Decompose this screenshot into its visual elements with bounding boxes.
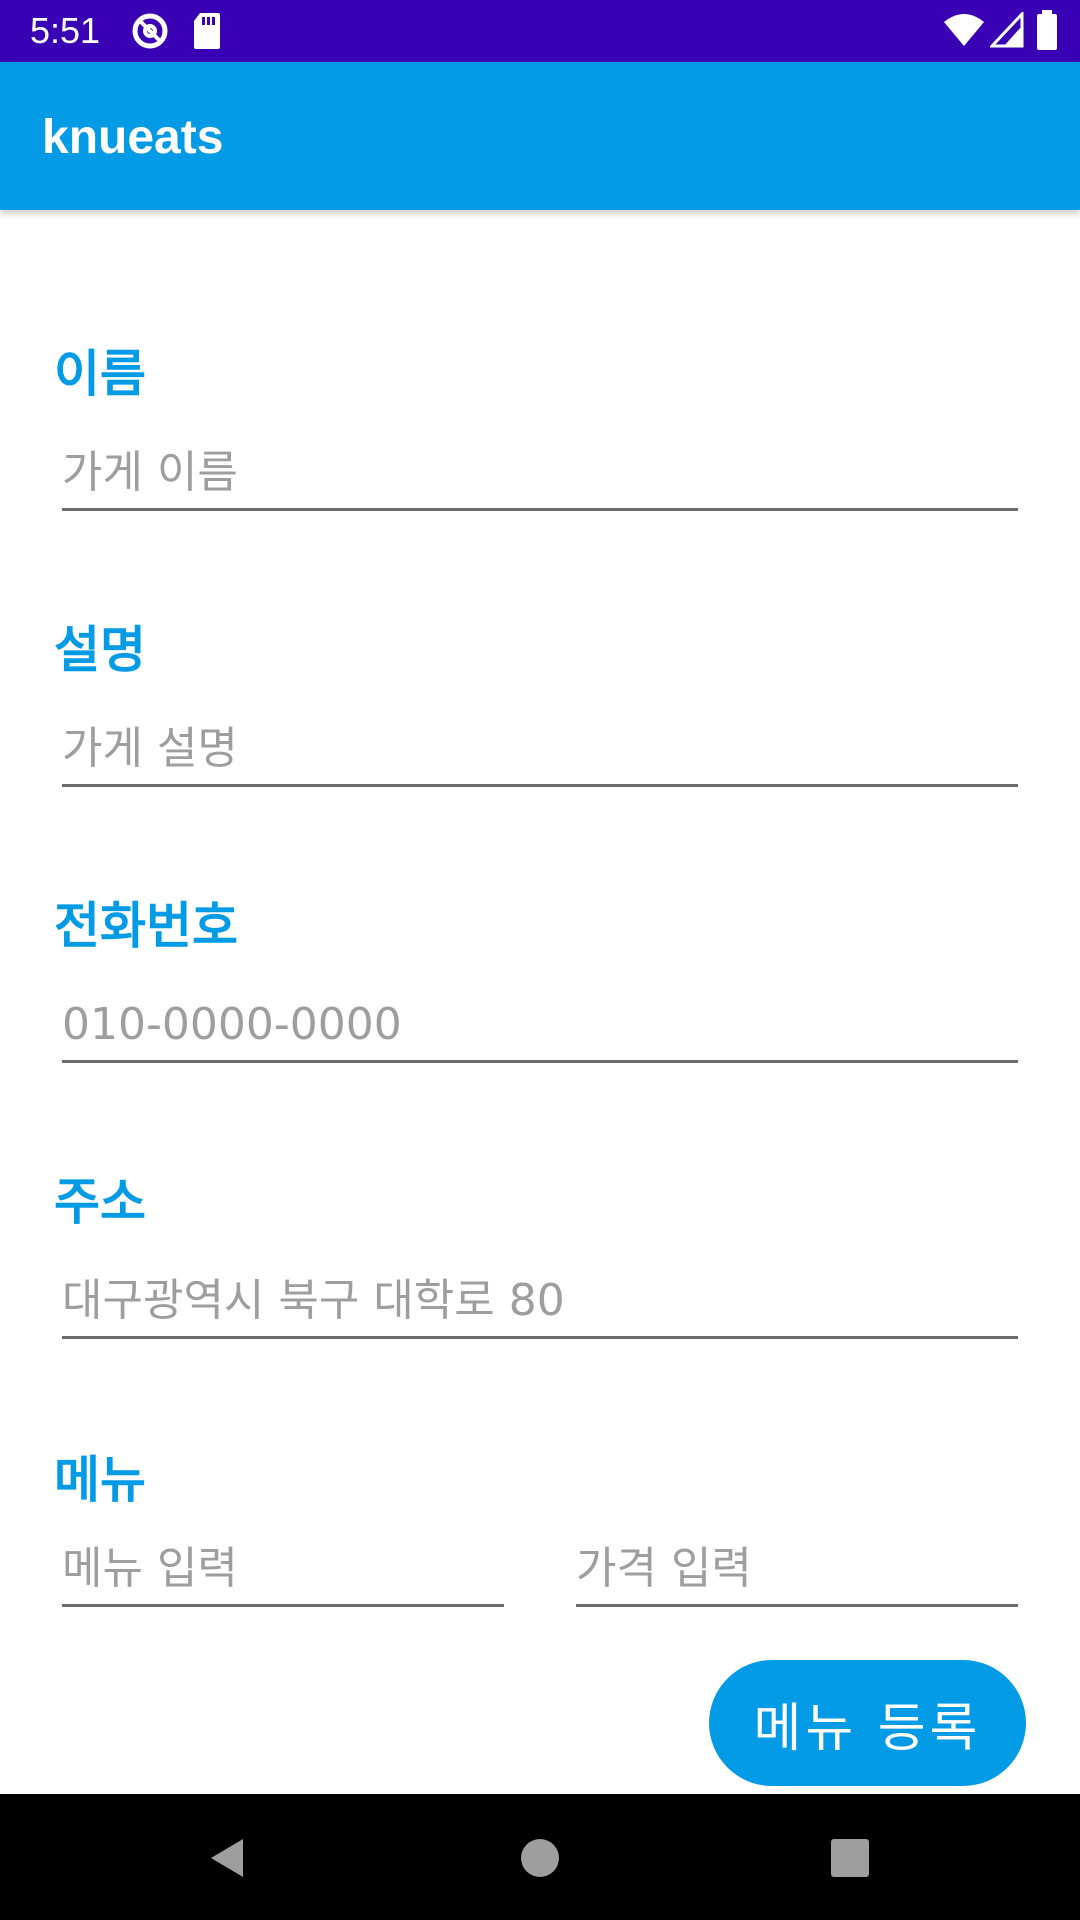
register-menu-button[interactable]: 메뉴 등록 [709, 1660, 1026, 1786]
description-label: 설명 [54, 621, 146, 679]
at-sign-icon [130, 11, 170, 55]
menu-label: 메뉴 [54, 1451, 146, 1509]
sd-card-icon [192, 11, 222, 55]
phone-label: 전화번호 [54, 897, 238, 955]
wifi-icon [942, 12, 986, 52]
battery-icon [1036, 10, 1058, 54]
recents-button[interactable] [810, 1820, 890, 1900]
status-bar: 5:51 [0, 0, 1080, 62]
address-input[interactable] [62, 1264, 1018, 1339]
status-time: 5:51 [30, 10, 101, 51]
menu-item-input[interactable] [62, 1532, 504, 1607]
app-bar: knueats [0, 62, 1080, 210]
back-icon [201, 1833, 251, 1887]
back-button[interactable] [186, 1820, 266, 1900]
address-label: 주소 [54, 1173, 146, 1231]
store-description-input[interactable] [62, 712, 1018, 787]
home-button[interactable] [500, 1820, 580, 1900]
home-icon [515, 1833, 565, 1887]
phone-input[interactable] [62, 988, 1018, 1063]
store-name-input[interactable] [62, 436, 1018, 511]
app-title: knueats [42, 111, 224, 164]
name-label: 이름 [54, 345, 146, 403]
menu-price-input[interactable] [576, 1532, 1018, 1607]
cell-signal-icon [988, 10, 1024, 52]
navigation-bar [0, 1794, 1080, 1920]
recents-icon [825, 1833, 875, 1887]
